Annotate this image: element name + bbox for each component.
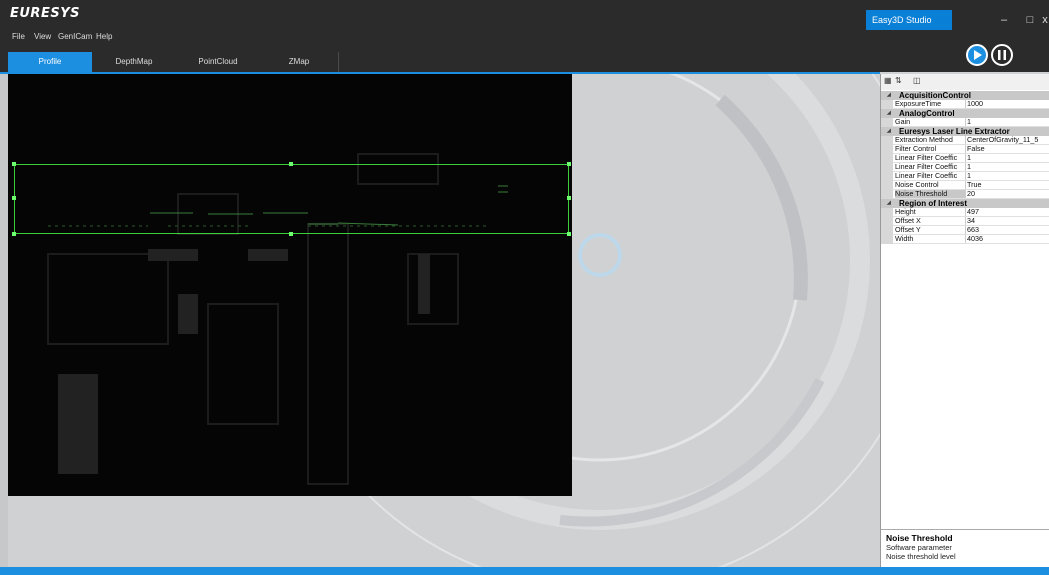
property-row[interactable]: Noise Control True xyxy=(881,181,1049,190)
play-button[interactable] xyxy=(966,44,988,66)
pause-button[interactable] xyxy=(991,44,1013,66)
tab-zmap[interactable]: ZMap xyxy=(260,52,339,72)
menu-bar: File View GenICam Help xyxy=(0,30,1049,50)
roi-handle-b[interactable] xyxy=(289,232,293,236)
property-grid: ▦ ⇅ ◫ AcquisitionControl ExposureTime100… xyxy=(880,74,1049,568)
menu-view[interactable]: View xyxy=(34,32,51,41)
laser-image xyxy=(47,153,508,485)
property-key: Noise Control xyxy=(895,181,966,189)
property-row[interactable]: Linear Filter Coeffic 1 xyxy=(881,154,1049,163)
property-value[interactable]: 20 xyxy=(967,190,1047,198)
property-list: AcquisitionControl ExposureTime1000 Anal… xyxy=(881,91,1049,244)
property-key: Width xyxy=(895,235,966,243)
property-row[interactable]: ExposureTime 1000 xyxy=(881,100,1049,109)
property-value[interactable]: True xyxy=(967,181,1047,189)
property-key: Filter Control xyxy=(895,145,966,153)
property-value[interactable]: False xyxy=(967,145,1047,153)
roi-rectangle[interactable] xyxy=(12,162,571,236)
tab-pointcloud[interactable]: PointCloud xyxy=(176,52,261,72)
roi-handle-tl[interactable] xyxy=(12,162,16,166)
property-value[interactable]: CenterOfGravity_11_5 xyxy=(967,136,1047,144)
roi-handle-l[interactable] xyxy=(12,196,16,200)
property-value[interactable]: 4036 xyxy=(967,235,1047,243)
close-button[interactable]: x xyxy=(1041,10,1049,30)
category-laser-line-extractor[interactable]: Euresys Laser Line Extractor xyxy=(881,127,1049,136)
property-key: Extraction Method xyxy=(895,136,966,144)
property-row[interactable]: Offset Y 663 xyxy=(881,226,1049,235)
property-value[interactable]: 663 xyxy=(967,226,1047,234)
property-value[interactable]: 1 xyxy=(967,118,1047,126)
category-region-of-interest[interactable]: Region of Interest xyxy=(881,199,1049,208)
property-value[interactable]: 1 xyxy=(967,163,1047,171)
property-row[interactable]: Linear Filter Coeffic 1 xyxy=(881,163,1049,172)
property-toolbar: ▦ ⇅ ◫ xyxy=(881,74,1049,90)
property-value[interactable]: 1 xyxy=(967,172,1047,180)
play-icon xyxy=(974,50,982,60)
menu-genicam[interactable]: GenICam xyxy=(58,32,92,41)
property-row[interactable]: Gain 1 xyxy=(881,118,1049,127)
profile-image-viewer[interactable] xyxy=(8,74,572,496)
category-analogcontrol[interactable]: AnalogControl xyxy=(881,109,1049,118)
property-key: Offset Y xyxy=(895,226,966,234)
minimize-button[interactable]: – xyxy=(994,10,1014,30)
property-pages-icon[interactable]: ◫ xyxy=(913,76,921,87)
categorized-view-icon[interactable]: ▦ xyxy=(884,76,892,87)
property-key: Noise Threshold xyxy=(895,190,966,198)
property-key: ExposureTime xyxy=(895,100,966,108)
property-key: Gain xyxy=(895,118,966,126)
roi-handle-br[interactable] xyxy=(567,232,571,236)
status-bar xyxy=(0,567,1049,575)
roi-handle-r[interactable] xyxy=(567,196,571,200)
app-title: Easy3D Studio xyxy=(866,10,952,30)
property-value[interactable]: 34 xyxy=(967,217,1047,225)
property-row[interactable]: Width 4036 xyxy=(881,235,1049,244)
menu-file[interactable]: File xyxy=(12,32,25,41)
property-row-selected[interactable]: Noise Threshold 20 xyxy=(881,190,1049,199)
help-line-1: Software parameter xyxy=(886,543,952,552)
help-title: Noise Threshold xyxy=(886,533,953,543)
property-key: Linear Filter Coeffic xyxy=(895,172,966,180)
roi-handle-tr[interactable] xyxy=(567,162,571,166)
property-value[interactable]: 1000 xyxy=(967,100,1047,108)
menu-help[interactable]: Help xyxy=(96,32,112,41)
property-value[interactable]: 1 xyxy=(967,154,1047,162)
pause-icon xyxy=(998,50,1006,60)
property-value[interactable]: 497 xyxy=(967,208,1047,216)
tab-profile[interactable]: Profile xyxy=(8,52,93,72)
property-key: Linear Filter Coeffic xyxy=(895,163,966,171)
roi-handle-bl[interactable] xyxy=(12,232,16,236)
property-row[interactable]: Height 497 xyxy=(881,208,1049,217)
maximize-button[interactable]: □ xyxy=(1020,10,1040,30)
property-key: Height xyxy=(895,208,966,216)
property-row[interactable]: Linear Filter Coeffic 1 xyxy=(881,172,1049,181)
roi-handle-t[interactable] xyxy=(289,162,293,166)
alphabetical-sort-icon[interactable]: ⇅ xyxy=(895,76,902,87)
property-row[interactable]: Extraction Method CenterOfGravity_11_5 xyxy=(881,136,1049,145)
property-row[interactable]: Filter Control False xyxy=(881,145,1049,154)
help-line-2: Noise threshold level xyxy=(886,552,956,561)
property-key: Linear Filter Coeffic xyxy=(895,154,966,162)
tab-depthmap[interactable]: DepthMap xyxy=(92,52,177,72)
property-row[interactable]: Offset X 34 xyxy=(881,217,1049,226)
property-help-panel: Noise Threshold Software parameter Noise… xyxy=(880,529,1049,567)
euresys-logo: EURESYS xyxy=(10,6,80,21)
left-margin xyxy=(0,74,8,568)
category-acquisitioncontrol[interactable]: AcquisitionControl xyxy=(881,91,1049,100)
property-key: Offset X xyxy=(895,217,966,225)
